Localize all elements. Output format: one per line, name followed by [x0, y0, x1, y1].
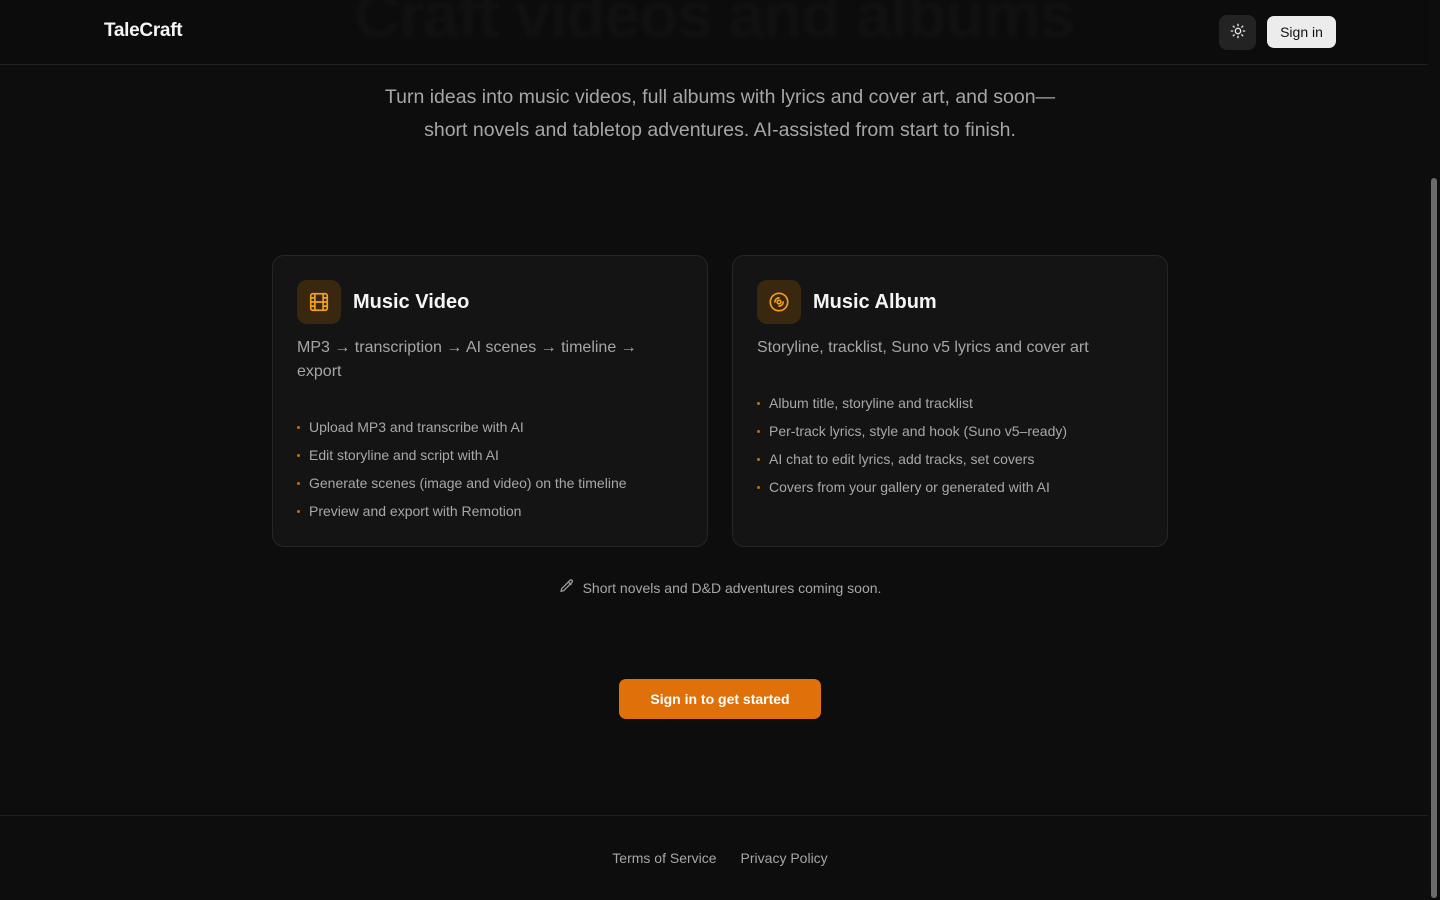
- theme-toggle-button[interactable]: [1219, 15, 1256, 50]
- get-started-button[interactable]: Sign in to get started: [619, 679, 821, 719]
- feature-item: Covers from your gallery or generated wi…: [757, 473, 1067, 501]
- feature-item: Per-track lyrics, style and hook (Suno v…: [757, 417, 1067, 445]
- music-video-card[interactable]: Music Video MP3 → transcription → AI sce…: [272, 255, 708, 547]
- bullet-dot: [297, 482, 300, 485]
- film-icon: [297, 280, 341, 324]
- scrollbar[interactable]: [1428, 0, 1440, 900]
- hero-subtitle-line-2: short novels and tabletop adventures. AI…: [424, 119, 1016, 141]
- feature-item: Edit storyline and script with AI: [297, 441, 627, 469]
- feature-item: Generate scenes (image and video) on the…: [297, 469, 627, 497]
- feature-text: Covers from your gallery or generated wi…: [769, 479, 1050, 495]
- feature-item: Album title, storyline and tracklist: [757, 389, 1067, 417]
- feature-text: Preview and export with Remotion: [309, 503, 522, 519]
- feature-text: Edit storyline and script with AI: [309, 447, 499, 463]
- privacy-policy-link[interactable]: Privacy Policy: [741, 850, 828, 866]
- disc-icon: [757, 280, 801, 324]
- bullet-dot: [757, 458, 760, 461]
- bullet-dot: [297, 426, 300, 429]
- footer: Terms of Service Privacy Policy: [0, 815, 1428, 900]
- card-title: Music Video: [353, 291, 470, 313]
- footer-links: Terms of Service Privacy Policy: [0, 850, 1440, 866]
- hero-subtitle-line-1: Turn ideas into music videos, full album…: [384, 86, 1056, 108]
- coming-soon-text: Short novels and D&D adventures coming s…: [582, 579, 882, 596]
- card-description: MP3 → transcription → AI scenes → timeli…: [297, 339, 637, 380]
- music-album-card[interactable]: Music Album Storyline, tracklist, Suno v…: [732, 255, 1168, 547]
- bullet-dot: [297, 454, 300, 457]
- feature-text: Per-track lyrics, style and hook (Suno v…: [769, 423, 1068, 439]
- page: Craft videos and albums TaleCraft Sign i…: [0, 0, 1440, 900]
- terms-of-service-link[interactable]: Terms of Service: [612, 850, 716, 866]
- scrollbar-thumb[interactable]: [1431, 178, 1437, 898]
- pencil-icon: [559, 578, 575, 597]
- feature-item: AI chat to edit lyrics, add tracks, set …: [757, 445, 1067, 473]
- bullet-dot: [757, 430, 760, 433]
- sun-icon: [1230, 23, 1246, 42]
- feature-text: Upload MP3 and transcribe with AI: [309, 419, 524, 435]
- hero-subtitle: Turn ideas into music videos, full album…: [0, 81, 1440, 147]
- feature-item: Preview and export with Remotion: [297, 497, 627, 525]
- card-description: Storyline, tracklist, Suno v5 lyrics and…: [757, 339, 1089, 356]
- feature-list: Album title, storyline and tracklist Per…: [757, 389, 1067, 501]
- feature-text: AI chat to edit lyrics, add tracks, set …: [769, 451, 1035, 467]
- sign-in-button[interactable]: Sign in: [1267, 16, 1336, 48]
- feature-text: Album title, storyline and tracklist: [769, 395, 973, 411]
- bullet-dot: [297, 510, 300, 513]
- card-title: Music Album: [813, 291, 937, 313]
- top-nav: TaleCraft Sign in: [0, 0, 1428, 65]
- feature-list: Upload MP3 and transcribe with AI Edit s…: [297, 413, 627, 525]
- logo[interactable]: TaleCraft: [104, 20, 183, 42]
- coming-soon-note: Short novels and D&D adventures coming s…: [0, 578, 1440, 597]
- bullet-dot: [757, 402, 760, 405]
- feature-text: Generate scenes (image and video) on the…: [309, 475, 627, 491]
- bullet-dot: [757, 486, 760, 489]
- feature-item: Upload MP3 and transcribe with AI: [297, 413, 627, 441]
